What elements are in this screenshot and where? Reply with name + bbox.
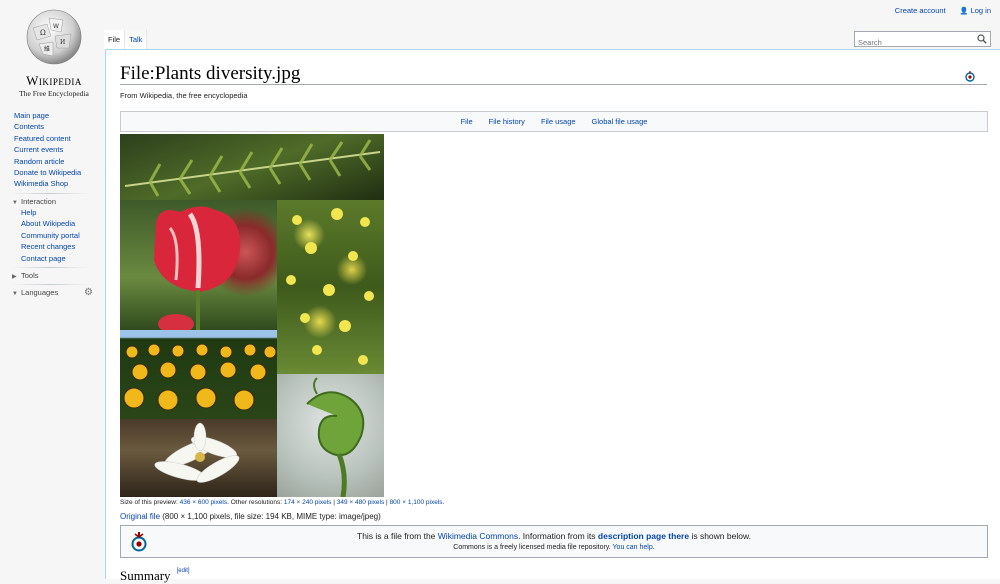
site-subtitle: From Wikipedia, the free encyclopedia (120, 91, 248, 100)
file-toc: File File history File usage Global file… (120, 111, 988, 132)
tab-file-label: File (108, 35, 121, 44)
svg-text:W: W (53, 23, 59, 30)
fern-leaf-graphic (124, 139, 381, 197)
sidebar: Ω W И 維 Wikipedia The Free Encyclopedia … (0, 0, 105, 579)
filetoc-file-link[interactable]: File (461, 117, 473, 126)
commons-indicator-icon[interactable] (964, 70, 976, 82)
svg-text:Ω: Ω (40, 29, 46, 37)
logo-wordmark: Wikipedia (26, 73, 82, 88)
rapeseed-graphic (286, 208, 374, 365)
triangle-down-icon: ▼ (12, 200, 18, 206)
search-box (854, 31, 991, 50)
main-navigation: Main page Contents Featured content Curr… (14, 110, 81, 190)
page-title: File:Plants diversity.jpg (120, 63, 301, 84)
namespace-tabs: File Talk (104, 30, 148, 49)
portal-languages-heading[interactable]: ▼ Languages (12, 288, 58, 297)
content-area: File:Plants diversity.jpg From Wikipedia… (105, 49, 1000, 583)
tulip-photo (120, 200, 277, 330)
original-file-info: Original file (800 × 1,100 pixels, file … (120, 512, 381, 521)
filetoc-global-usage-link[interactable]: Global file usage (592, 117, 648, 126)
wikipedia-logo[interactable]: Ω W И 維 Wikipedia The Free Encyclopedia (14, 8, 94, 98)
sidebar-item-about-wikipedia[interactable]: About Wikipedia (21, 219, 75, 228)
svg-text:維: 維 (44, 45, 50, 53)
portal-interaction-label: Interaction (21, 197, 57, 206)
resolution-link-349[interactable]: 349 × 480 pixels (337, 499, 385, 506)
commons-notice-line2: Commons is a freely licensed media file … (121, 544, 987, 551)
filetoc-history-link[interactable]: File history (489, 117, 525, 126)
title-divider (120, 84, 987, 85)
sidebar-item-donate[interactable]: Donate to Wikipedia (14, 168, 81, 177)
fern-photo (120, 134, 384, 200)
portal-tools-label: Tools (21, 271, 39, 280)
rapeseed-photo (277, 200, 384, 374)
commons-text-a: This is a file from the (357, 531, 438, 541)
preview-size-link[interactable]: 436 × 600 pixels (180, 499, 228, 506)
sunflower-graphic (123, 343, 277, 411)
search-icon[interactable] (977, 34, 987, 44)
bud-photo (277, 374, 384, 497)
svg-text:И: И (60, 39, 65, 46)
wikimedia-commons-link[interactable]: Wikimedia Commons (438, 531, 518, 541)
globe-icon: Ω W И 維 (26, 9, 82, 65)
file-preview-image[interactable] (120, 134, 384, 497)
magnolia-graphic (154, 422, 240, 483)
logo-tagline: The Free Encyclopedia (19, 89, 89, 98)
sidebar-item-current-events[interactable]: Current events (14, 145, 63, 154)
portal-divider (11, 284, 89, 285)
sunflower-photo (120, 330, 277, 419)
personal-tools: Create account 👤 Log in (895, 6, 991, 15)
description-page-link[interactable]: description page there (598, 531, 689, 541)
search-input[interactable] (855, 35, 979, 50)
tulip-graphic (154, 206, 241, 330)
sidebar-item-random-article[interactable]: Random article (14, 157, 64, 166)
commons-text-c: is shown below. (689, 531, 751, 541)
you-can-help-link[interactable]: You can help (613, 544, 653, 551)
other-resolutions-label: . Other resolutions: (227, 499, 284, 506)
interaction-navigation: Help About Wikipedia Community portal Re… (21, 207, 80, 264)
tab-talk[interactable]: Talk (125, 30, 148, 49)
portal-divider (11, 193, 89, 194)
sidebar-item-contact-page[interactable]: Contact page (21, 254, 66, 263)
commons-notice-line1: This is a file from the Wikimedia Common… (121, 531, 987, 541)
preview-size-prefix: Size of this preview: (120, 499, 180, 506)
sidebar-item-help[interactable]: Help (21, 208, 36, 217)
portal-interaction-heading[interactable]: ▼ Interaction (12, 197, 56, 206)
resolution-end: . (442, 499, 445, 506)
user-icon: 👤 (959, 8, 969, 15)
sidebar-item-community-portal[interactable]: Community portal (21, 231, 80, 240)
original-file-details: (800 × 1,100 pixels, file size: 194 KB, … (160, 512, 381, 521)
gear-icon[interactable]: ⚙ (84, 287, 93, 298)
filetoc-usage-link[interactable]: File usage (541, 117, 576, 126)
commons-text-d: Commons is a freely licensed media file … (453, 544, 613, 551)
commons-notice: This is a file from the Wikimedia Common… (120, 525, 988, 558)
create-account-link[interactable]: Create account (895, 6, 946, 15)
original-file-link[interactable]: Original file (120, 512, 160, 521)
summary-heading-text: Summary (120, 568, 171, 583)
sidebar-item-main-page[interactable]: Main page (14, 111, 49, 120)
portal-languages-label: Languages (21, 288, 59, 297)
preview-size-info: Size of this preview: 436 × 600 pixels. … (120, 499, 444, 506)
sidebar-item-wikimedia-shop[interactable]: Wikimedia Shop (14, 179, 68, 188)
tab-file[interactable]: File (104, 30, 126, 49)
sidebar-item-contents[interactable]: Contents (14, 122, 44, 131)
triangle-right-icon: ▶ (12, 274, 17, 280)
sidebar-item-featured-content[interactable]: Featured content (14, 134, 71, 143)
sidebar-item-recent-changes[interactable]: Recent changes (21, 242, 75, 251)
summary-heading: Summary [edit] (120, 568, 190, 584)
portal-divider (11, 267, 89, 268)
log-in-link[interactable]: Log in (971, 6, 991, 15)
triangle-down-icon: ▼ (12, 291, 18, 297)
bud-graphic (306, 377, 365, 497)
tab-talk-label: Talk (129, 35, 143, 44)
commons-text-e: . (652, 544, 655, 551)
commons-text-b: . Information from its (518, 531, 598, 541)
resolution-link-800[interactable]: 800 × 1,100 pixels (390, 499, 443, 506)
resolution-link-174[interactable]: 174 × 240 pixels (284, 499, 332, 506)
magnolia-photo (120, 419, 277, 497)
portal-tools-heading[interactable]: ▶ Tools (12, 271, 39, 280)
edit-section-link[interactable]: [edit] (177, 568, 190, 574)
